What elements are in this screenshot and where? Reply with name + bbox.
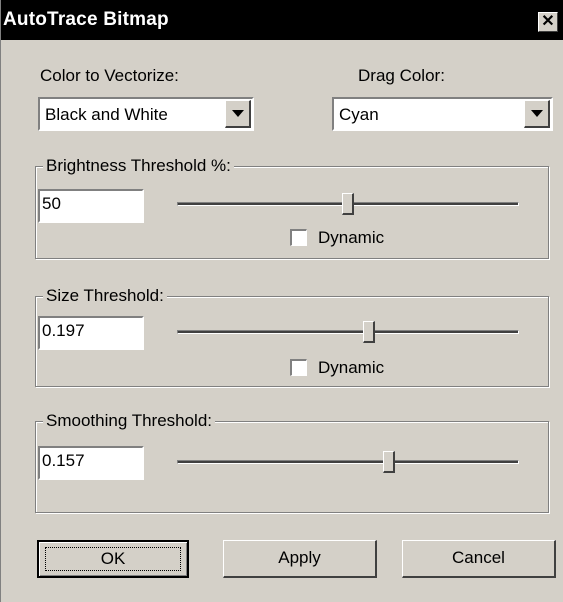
color-to-vectorize-value: Black and White [45,105,168,124]
title-bar[interactable]: AutoTrace Bitmap ✕ [1,0,563,40]
ok-button[interactable]: OK [37,540,189,578]
size-dynamic-checkbox[interactable] [290,359,307,376]
window-title: AutoTrace Bitmap [3,9,169,30]
color-to-vectorize-label: Color to Vectorize: [40,66,179,85]
focus-rectangle [45,547,181,571]
color-to-vectorize-dropdown-button[interactable] [225,100,251,128]
color-to-vectorize-dropdown[interactable]: Black and White [38,97,254,131]
drag-color-value: Cyan [339,105,379,124]
close-icon: ✕ [541,13,555,30]
smoothing-threshold-legend: Smoothing Threshold: [43,411,216,431]
brightness-slider-thumb[interactable] [342,193,354,215]
apply-button[interactable]: Apply [223,540,377,578]
apply-button-label: Apply [278,548,321,567]
brightness-dynamic-label[interactable]: Dynamic [318,228,384,248]
brightness-dynamic-checkbox[interactable] [290,229,307,246]
size-dynamic-label[interactable]: Dynamic [318,358,384,378]
size-threshold-legend: Size Threshold: [43,286,167,306]
close-button[interactable]: ✕ [538,12,558,32]
size-threshold-group: Size Threshold: 0.197 Dynamic [35,286,549,387]
drag-color-label: Drag Color: [358,66,445,85]
brightness-threshold-legend: Brightness Threshold %: [43,156,234,176]
smoothing-threshold-group: Smoothing Threshold: 0.157 [35,411,549,513]
smoothing-slider-track [177,460,519,464]
size-threshold-input[interactable]: 0.197 [38,316,144,350]
cancel-button[interactable]: Cancel [402,540,556,578]
smoothing-threshold-input[interactable]: 0.157 [38,446,144,480]
chevron-down-icon [232,110,244,117]
brightness-threshold-group: Brightness Threshold %: 50 Dynamic [35,156,549,259]
drag-color-dropdown-button[interactable] [524,100,550,128]
chevron-down-icon [531,110,543,117]
smoothing-slider-thumb[interactable] [383,451,396,473]
drag-color-dropdown[interactable]: Cyan [332,97,553,131]
brightness-threshold-input[interactable]: 50 [38,189,144,223]
autotrace-dialog: AutoTrace Bitmap ✕ Color to Vectorize: B… [0,0,563,602]
size-slider-thumb[interactable] [362,321,375,343]
size-slider-track [177,330,519,334]
cancel-button-label: Cancel [452,548,505,567]
